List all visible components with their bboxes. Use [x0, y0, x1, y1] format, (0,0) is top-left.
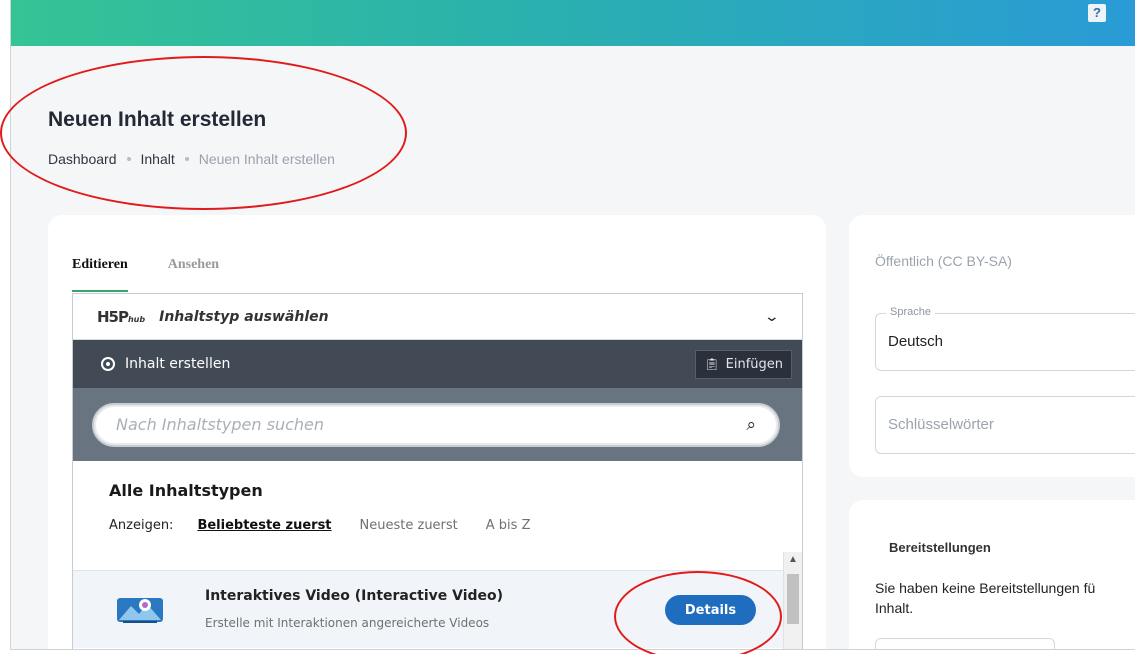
deployments-text-line2: Inhalt. — [875, 600, 914, 616]
language-legend: Sprache — [886, 306, 935, 318]
tab-ansehen[interactable]: Ansehen — [168, 257, 219, 292]
top-bar: ? — [11, 0, 1135, 46]
interactive-video-icon — [115, 594, 167, 626]
search-icon[interactable]: ⌕ — [746, 415, 756, 435]
tab-editieren[interactable]: Editieren — [72, 257, 128, 292]
h5p-logo: H5Phub — [97, 308, 145, 326]
search-box: ⌕ — [92, 402, 780, 447]
scrollbar-thumb[interactable] — [787, 574, 799, 624]
content-type-name: Interaktives Video (Interactive Video) — [205, 588, 504, 604]
search-input[interactable] — [116, 415, 747, 434]
editor-tabs: Editieren Ansehen — [72, 257, 219, 292]
annotation-ellipse-title — [0, 56, 407, 210]
keywords-placeholder: Schlüsselwörter — [888, 416, 994, 433]
language-value: Deutsch — [888, 333, 944, 350]
content-type-description: Erstelle mit Interaktionen angereicherte… — [205, 616, 490, 630]
deployments-text: Sie haben keine Bereitstellungen fü Inha… — [875, 578, 1135, 618]
help-icon[interactable]: ? — [1088, 4, 1106, 22]
deploy-button[interactable]: Inhalt Bereitstellen — [875, 638, 1055, 649]
radio-selected-icon[interactable] — [101, 357, 115, 371]
hub-action-bar: Inhalt erstellen 📋︎ Einfügen — [73, 340, 802, 388]
section-title: Alle Inhaltstypen — [109, 481, 263, 500]
keywords-field[interactable]: Schlüsselwörter — [875, 396, 1135, 454]
paste-button[interactable]: 📋︎ Einfügen — [695, 349, 792, 379]
hub-title: Inhaltstyp auswählen — [159, 308, 329, 325]
sort-label: Anzeigen: — [109, 518, 174, 533]
sort-newest[interactable]: Neueste zuerst — [360, 518, 458, 533]
h5p-logo-sub: hub — [127, 314, 146, 324]
language-field[interactable]: Sprache Deutsch — [875, 306, 1135, 371]
license-label[interactable]: Öffentlich (CC BY-SA) — [875, 253, 1012, 269]
deployments-text-line1: Sie haben keine Bereitstellungen fü — [875, 580, 1096, 596]
sort-alphabetical[interactable]: A bis Z — [486, 518, 531, 533]
clipboard-icon: 📋︎ — [704, 357, 720, 371]
h5p-logo-text: H5P — [97, 307, 129, 326]
sort-popular[interactable]: Beliebteste zuerst — [197, 518, 331, 533]
chevron-down-icon[interactable]: ⌄ — [764, 308, 780, 325]
sort-options: Anzeigen: Beliebteste zuerst Neueste zue… — [109, 518, 530, 533]
scroll-up-icon[interactable]: ▲ — [784, 554, 802, 565]
scrollbar[interactable]: ▲ — [783, 552, 802, 649]
hub-header[interactable]: H5Phub Inhaltstyp auswählen ⌄ — [73, 294, 802, 340]
metadata-card: Öffentlich (CC BY-SA) Sprache Deutsch Sc… — [849, 215, 1135, 477]
deployments-title: Bereitstellungen — [889, 540, 991, 555]
annotation-ellipse-details — [614, 571, 782, 654]
create-content-label[interactable]: Inhalt erstellen — [125, 356, 230, 372]
paste-label: Einfügen — [725, 356, 783, 372]
hub-search-area: ⌕ — [73, 388, 802, 461]
deployments-card: Bereitstellungen Sie haben keine Bereits… — [849, 500, 1135, 649]
